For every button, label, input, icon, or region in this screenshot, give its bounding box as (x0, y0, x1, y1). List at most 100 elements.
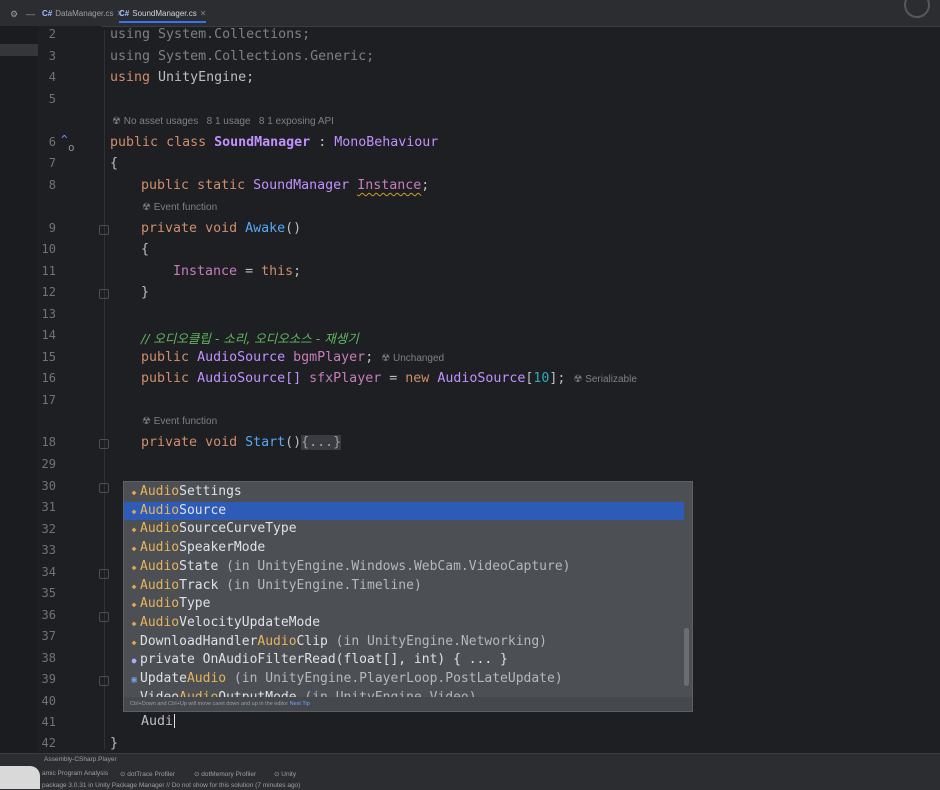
completion-item-match: Audio (140, 521, 180, 537)
line-number: 37 (41, 629, 56, 643)
code-line-12[interactable]: } (141, 285, 149, 300)
code-line-2[interactable]: using System.Collections; (110, 27, 310, 42)
completion-item-match: Audio (140, 540, 180, 556)
enum-icon: ◆ (131, 544, 137, 554)
project-tool-window-strip (0, 26, 38, 766)
completion-item-name: VelocityUpdateMode (179, 614, 321, 630)
completion-item[interactable]: ● private OnAudioFilterRead(float[], int)… (124, 651, 684, 670)
completion-tip: Ctrl+Down and Ctrl+Up will move caret do… (124, 697, 692, 711)
completion-item[interactable]: ◆ AudioSource (124, 501, 684, 521)
completion-item-prefix: private OnAudioFilterRead(float[], int) … (140, 652, 508, 668)
breadcrumb[interactable]: Assembly-CSharp.Player (44, 756, 117, 763)
usages-icon: 8 (206, 116, 213, 127)
settings-icon[interactable]: ⚙ (10, 9, 18, 20)
tab-datamanager[interactable]: C# DataManager.cs ✕ (42, 9, 123, 18)
completion-item-match: Audio (257, 633, 297, 649)
code-line-3[interactable]: using System.Collections.Generic; (110, 49, 374, 64)
completion-item-match: Audio (140, 484, 180, 499)
code-comment-line-14[interactable]: // 오디오클립 - 소리, 오디오소스 - 재생기 (141, 328, 359, 347)
completion-item-context: (in UnityEngine.Windows.WebCam.VideoCapt… (218, 558, 571, 574)
code-line-15[interactable]: public AudioSource bgmPlayer; ☢ Unchanged (141, 350, 444, 365)
line-number: 16 (41, 371, 56, 385)
line-number: 34 (41, 565, 56, 579)
unity-asset-icon: ☢ (112, 116, 121, 127)
implements-arrow-icon[interactable]: ^ (61, 133, 68, 146)
completion-item[interactable]: ◆ AudioTrack (in UnityEngine.Timeline) (124, 577, 684, 596)
selected-tree-row[interactable] (0, 44, 38, 56)
line-number: 10 (41, 242, 56, 256)
completion-item[interactable]: ◆ AudioVelocityUpdateMode (124, 614, 684, 633)
class-icon: ◆ (131, 581, 137, 591)
fold-toggle[interactable] (99, 569, 109, 579)
line-number: 6 (48, 135, 56, 149)
fold-toggle[interactable] (99, 483, 109, 493)
fold-toggle[interactable] (99, 225, 109, 235)
tool-dynamic-program-analysis[interactable]: amic Program Analysis (42, 770, 108, 777)
line-number: 5 (48, 92, 56, 106)
code-vision-hints[interactable]: ☢ No asset usages 8 1 usage 8 1 exposing… (112, 116, 334, 127)
line-number: 7 (48, 156, 56, 170)
completion-item-name: Track (179, 577, 219, 593)
enum-icon: ◆ (131, 562, 137, 572)
code-completion-popup[interactable]: ◆ AudioSettings ◆ AudioSource ◆ AudioSourceCu… (123, 481, 693, 712)
method-icon: ● (131, 656, 137, 666)
completion-item-context: (in UnityEngine.Timeline) (218, 577, 422, 593)
completion-item[interactable]: ◆ DownloadHandlerAudioClip (in UnityEngin… (124, 633, 684, 652)
completion-item-match: Audio (186, 671, 227, 686)
line-number: 35 (41, 586, 56, 600)
unchanged-hint[interactable]: ☢ Unchanged (381, 353, 444, 364)
csharp-file-icon: C# (42, 9, 53, 18)
fold-toggle[interactable] (99, 439, 109, 449)
minimize-icon[interactable]: — (26, 9, 35, 19)
line-number: 4 (48, 70, 56, 84)
completion-item[interactable]: ▣ UpdateAudio (in UnityEngine.PlayerLoop.… (124, 670, 684, 689)
status-message[interactable]: package 3.0.31 in Unity Package Manager … (42, 782, 300, 789)
unity-script-icon[interactable]: o (68, 141, 75, 154)
line-number: 38 (41, 651, 56, 665)
completion-item[interactable]: ◆ AudioSpeakerMode (124, 539, 684, 558)
code-line-42[interactable]: } (110, 736, 118, 751)
text-caret (174, 714, 176, 728)
code-line-6[interactable]: public class SoundManager : MonoBehaviou… (110, 135, 438, 150)
line-number: 31 (41, 500, 56, 514)
completion-item[interactable]: ◆ AudioType (124, 595, 684, 614)
line-number: 41 (41, 715, 56, 729)
indent-guide (104, 30, 105, 750)
ai-assistant-icon[interactable] (904, 0, 930, 18)
code-line-8[interactable]: public static SoundManager Instance; (141, 178, 429, 193)
fold-toggle[interactable] (99, 612, 109, 622)
line-number: 15 (41, 350, 56, 364)
tool-dottrace[interactable]: ⊙ dotTrace Profiler (120, 770, 175, 778)
line-number: 30 (41, 479, 56, 493)
completion-item[interactable]: ◆ AudioSourceCurveType (124, 520, 684, 539)
code-line-9[interactable]: private void Awake() (141, 221, 301, 236)
serializable-hint[interactable]: ☢ Serializable (573, 374, 636, 385)
tab-soundmanager[interactable]: C# SoundManager.cs ✕ (119, 9, 207, 23)
code-line-11[interactable]: Instance = this; (173, 264, 301, 279)
close-icon[interactable]: ✕ (200, 9, 207, 18)
completion-item-name: SpeakerMode (179, 540, 266, 556)
enum-icon: ◆ (131, 525, 137, 535)
line-number: 29 (41, 457, 56, 471)
code-line-4[interactable]: using UnityEngine; (110, 70, 254, 85)
code-line-10[interactable]: { (141, 242, 149, 257)
tool-unity[interactable]: ⊙ Unity (274, 770, 296, 778)
code-line-16[interactable]: public AudioSource[] sfxPlayer = new Aud… (141, 371, 637, 386)
completion-item[interactable]: ◆ AudioSettings (124, 483, 684, 502)
unity-serialized-icon: ☢ (381, 353, 391, 364)
code-line-7[interactable]: { (110, 156, 118, 171)
unity-event-icon: ☢ (142, 202, 151, 213)
tool-dotmemory[interactable]: ⊙ dotMemory Profiler (194, 770, 256, 778)
completion-item-prefix: Update (140, 671, 187, 686)
line-number: 32 (41, 522, 56, 536)
popup-scrollbar[interactable] (684, 628, 689, 686)
fold-toggle[interactable] (99, 676, 109, 686)
code-line-18[interactable]: private void Start(){...} (141, 435, 342, 450)
folded-region[interactable]: {...} (301, 435, 342, 450)
enum-icon: ◆ (131, 600, 137, 610)
line-number: 39 (41, 672, 56, 686)
completion-item[interactable]: ◆ AudioState (in UnityEngine.Windows.WebC… (124, 558, 684, 577)
fold-toggle[interactable] (99, 289, 109, 299)
next-tip-link[interactable]: Next Tip (290, 701, 310, 707)
code-line-41[interactable]: Audi (141, 714, 176, 729)
